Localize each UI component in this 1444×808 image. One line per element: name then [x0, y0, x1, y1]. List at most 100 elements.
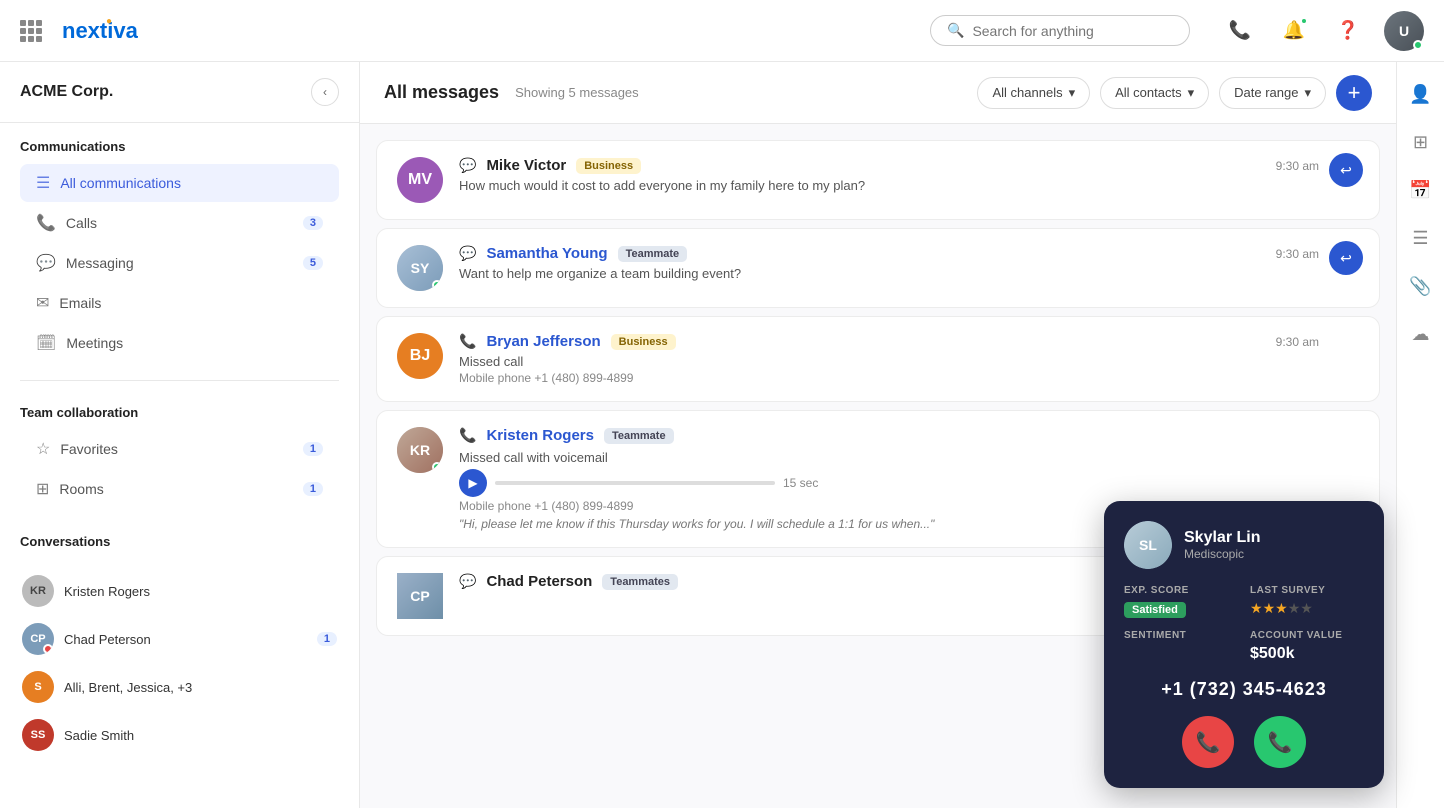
messages-title: All messages	[384, 82, 499, 103]
phone-icon-kristen: 📞	[459, 427, 476, 444]
collapse-sidebar-button[interactable]: ‹	[311, 78, 339, 106]
call-contact-company: Mediscopic	[1184, 547, 1260, 561]
msg-top-mike-victor: 💬 Mike Victor Business	[459, 157, 1359, 174]
search-input[interactable]	[972, 23, 1173, 39]
meetings-icon: 🗓	[36, 333, 56, 353]
messaging-icon: 💬	[36, 253, 56, 273]
emails-icon: ✉	[36, 293, 49, 313]
msg-phone-bryan: Mobile phone +1 (480) 899-4899	[459, 371, 1359, 385]
conv-item-kristen-rogers[interactable]: KR Kristen Rogers	[12, 567, 347, 615]
conv-avatar-alli: S	[22, 671, 54, 703]
reply-button-samantha[interactable]: ↩	[1329, 241, 1363, 275]
divider-1	[20, 380, 339, 381]
sender-name-kristen: Kristen Rogers	[486, 427, 594, 444]
rooms-badge: 1	[303, 482, 323, 496]
favorites-badge: 1	[303, 442, 323, 456]
logo-text: ● nextiva	[62, 18, 138, 44]
add-message-button[interactable]: +	[1336, 75, 1372, 111]
call-action-buttons: 📞 📞	[1124, 716, 1364, 768]
answer-call-button[interactable]: 📞	[1254, 716, 1306, 768]
all-channels-filter[interactable]: All channels ▾	[977, 77, 1090, 109]
chevron-down-icon: ▾	[1188, 85, 1195, 101]
account-value-label: ACCOUNT VALUE	[1250, 630, 1364, 641]
sidebar-item-messaging[interactable]: 💬 Messaging 5	[20, 244, 339, 282]
calendar-icon[interactable]: 📅	[1405, 174, 1437, 206]
messages-header: All messages Showing 5 messages All chan…	[360, 62, 1396, 124]
sidebar: ACME Corp. ‹ Communications ☰ All commun…	[0, 62, 360, 808]
nav-icons: 📞 🔔 ❓ U	[1222, 11, 1424, 51]
voicemail-label: Missed call with voicemail	[459, 450, 608, 465]
exp-score-section: EXP. SCORE Satisfied	[1124, 585, 1238, 618]
conv-item-sadie-smith[interactable]: SS Sadie Smith	[12, 711, 347, 759]
avatar-mike-victor: MV	[397, 157, 443, 203]
apps-icon[interactable]	[20, 20, 42, 42]
meetings-label: Meetings	[66, 335, 323, 351]
rooms-label: Rooms	[59, 481, 292, 497]
chevron-down-icon: ▾	[1069, 85, 1076, 101]
all-comms-icon: ☰	[36, 173, 50, 193]
msg-text-samantha: Want to help me organize a team building…	[459, 266, 1359, 281]
logo[interactable]: ● nextiva	[62, 18, 138, 44]
avatar-chad-peterson: CP	[397, 573, 443, 619]
chat-icon-samantha: 💬	[459, 245, 476, 262]
chat-icon-chad: 💬	[459, 573, 476, 590]
call-phone-number: +1 (732) 345-4623	[1124, 679, 1364, 700]
sidebar-item-meetings[interactable]: 🗓 Meetings	[20, 324, 339, 362]
calls-label: Calls	[66, 215, 293, 231]
sidebar-item-emails[interactable]: ✉ Emails	[20, 284, 339, 322]
avatar-samantha-young: SY	[397, 245, 443, 291]
sender-name-mike-victor: Mike Victor	[486, 157, 566, 174]
audio-duration-kristen: 15 sec	[783, 476, 818, 490]
messaging-badge: 5	[303, 256, 323, 270]
msg-body-samantha: 💬 Samantha Young Teammate Want to help m…	[459, 245, 1359, 281]
communications-section: Communications ☰ All communications 📞 Ca…	[0, 123, 359, 372]
voicemail-player-kristen: Missed call with voicemail	[459, 448, 1359, 465]
sidebar-item-rooms[interactable]: ⊞ Rooms 1	[20, 470, 339, 508]
conv-badge-chad: 1	[317, 632, 337, 646]
emails-label: Emails	[59, 295, 323, 311]
conv-avatar-kristen: KR	[22, 575, 54, 607]
tag-bryan: Business	[611, 334, 676, 350]
end-call-button[interactable]: 📞	[1182, 716, 1234, 768]
conv-item-alli-group[interactable]: S Alli, Brent, Jessica, +3	[12, 663, 347, 711]
sidebar-item-calls[interactable]: 📞 Calls 3	[20, 204, 339, 242]
exp-score-label: EXP. SCORE	[1124, 585, 1238, 596]
call-contact-name: Skylar Lin	[1184, 529, 1260, 547]
date-range-filter[interactable]: Date range ▾	[1219, 77, 1326, 109]
account-value-section: ACCOUNT VALUE $500k	[1250, 630, 1364, 663]
help-icon[interactable]: ❓	[1330, 13, 1366, 49]
play-button-kristen[interactable]: ▶	[459, 469, 487, 497]
top-navigation: ● nextiva 🔍 📞 🔔 ❓ U	[0, 0, 1444, 62]
user-avatar[interactable]: U	[1384, 11, 1424, 51]
last-survey-section: LAST SURVEY ★★★★★	[1250, 585, 1364, 618]
exp-score-badge: Satisfied	[1124, 602, 1186, 618]
tag-chad: Teammates	[602, 574, 678, 590]
table-icon[interactable]: ⊞	[1405, 126, 1437, 158]
reply-button-mike-victor[interactable]: ↩	[1329, 153, 1363, 187]
right-sidebar: 👤 ⊞ 📅 ☰ 📎 ☁	[1396, 62, 1444, 808]
conv-avatar-chad: CP	[22, 623, 54, 655]
phone-icon[interactable]: 📞	[1222, 13, 1258, 49]
conv-name-sadie: Sadie Smith	[64, 728, 337, 743]
sender-name-bryan: Bryan Jefferson	[486, 333, 600, 350]
conversations-title: Conversations	[20, 534, 339, 549]
avatar-kristen-rogers: KR	[397, 427, 443, 473]
bell-icon[interactable]: 🔔	[1276, 13, 1312, 49]
avatar-bryan-jefferson: BJ	[397, 333, 443, 379]
conv-item-chad-peterson[interactable]: CP Chad Peterson 1	[12, 615, 347, 663]
sentiment-section: SENTIMENT	[1124, 630, 1238, 663]
msg-time-mike-victor: 9:30 am	[1276, 159, 1319, 173]
sidebar-item-favorites[interactable]: ☆ Favorites 1	[20, 430, 339, 468]
sidebar-item-all-communications[interactable]: ☰ All communications	[20, 164, 339, 202]
contact-icon[interactable]: 👤	[1405, 78, 1437, 110]
company-name: ACME Corp.	[20, 83, 113, 101]
all-contacts-filter[interactable]: All contacts ▾	[1100, 77, 1209, 109]
call-metrics: EXP. SCORE Satisfied LAST SURVEY ★★★★★ S…	[1124, 585, 1364, 663]
sentiment-label: SENTIMENT	[1124, 630, 1238, 641]
cloud-icon[interactable]: ☁	[1405, 318, 1437, 350]
list-icon[interactable]: ☰	[1405, 222, 1437, 254]
search-bar[interactable]: 🔍	[930, 15, 1190, 46]
voicemail-controls: ▶ 15 sec	[459, 469, 1359, 497]
filter-buttons: All channels ▾ All contacts ▾ Date range…	[977, 75, 1372, 111]
attachment-icon[interactable]: 📎	[1405, 270, 1437, 302]
